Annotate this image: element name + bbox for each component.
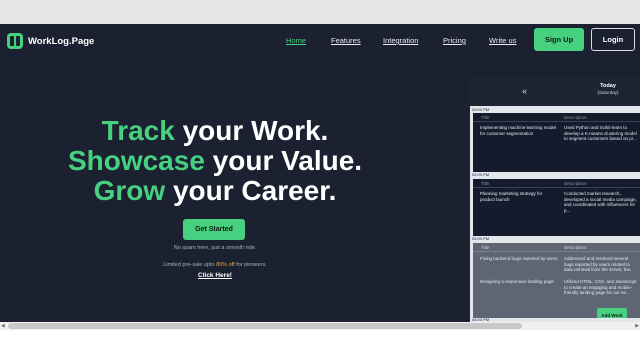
scroll-right-icon[interactable]: ▶ xyxy=(635,323,639,329)
column-description: Description xyxy=(564,181,587,186)
get-started-button[interactable]: Get Started xyxy=(183,219,245,240)
time-label: 04:00 PM xyxy=(472,172,490,177)
hero-line-track: Track your Work. xyxy=(101,115,329,146)
landing-page: WorkLog.Page Home Features Integration P… xyxy=(0,24,640,322)
panel-day: Today xyxy=(600,83,616,89)
column-description: Description xyxy=(564,115,587,120)
horizontal-scrollbar[interactable]: ◀ ▶ xyxy=(0,322,640,330)
divider xyxy=(473,121,640,122)
entry-title[interactable]: Planning marketing strategy for product … xyxy=(480,191,558,202)
hero-line-showcase: Showcase your Value. xyxy=(67,145,363,176)
presale-text: Limited pre-sale upto 80% off for pionee… xyxy=(163,262,267,268)
divider xyxy=(473,251,640,252)
nav-integration[interactable]: Integration xyxy=(383,36,418,45)
previous-day-icon[interactable]: « xyxy=(522,86,527,96)
entry-description[interactable]: Addressed and resolved several bugs repo… xyxy=(564,256,638,273)
divider xyxy=(473,187,640,188)
column-description: Description xyxy=(564,245,587,250)
time-label: 05:00 PM xyxy=(472,236,490,241)
nav-write-us[interactable]: Write us xyxy=(489,36,516,45)
panel-header: « Today (Saturday) xyxy=(470,78,640,106)
panel-date: (Saturday) xyxy=(597,90,619,95)
no-spam-text: No spam here, just a smooth ride. xyxy=(173,245,257,251)
column-title: Title xyxy=(481,245,490,250)
login-button[interactable]: Login xyxy=(591,28,635,51)
entry-description[interactable]: Utilized HTML, CSS, and JavaScript to cr… xyxy=(564,279,638,296)
nav-features[interactable]: Features xyxy=(331,36,361,45)
click-here-link[interactable]: Click Here! xyxy=(0,272,430,279)
column-title: Title xyxy=(481,181,490,186)
sign-up-button[interactable]: Sign Up xyxy=(534,28,584,51)
entry-description[interactable]: Used Python and Scikit-learn to develop … xyxy=(564,125,638,142)
scrollbar-thumb[interactable] xyxy=(8,323,522,329)
entry-title[interactable]: Implementing machine learning model for … xyxy=(480,125,558,136)
nav-pricing[interactable]: Pricing xyxy=(443,36,466,45)
nav-home[interactable]: Home xyxy=(286,36,306,45)
hero-line-grow: Grow your Career. xyxy=(93,175,337,206)
time-label: 03:00 PM xyxy=(472,107,490,112)
entry-description[interactable]: Conducted market research, developed a s… xyxy=(564,191,638,213)
time-slot: Title Description Implementing machine l… xyxy=(473,113,640,172)
browser-bottom-area xyxy=(0,330,640,360)
browser-top-strip xyxy=(0,0,640,24)
column-title: Title xyxy=(481,115,490,120)
entry-title[interactable]: Designing a responsive landing page xyxy=(480,279,558,285)
navbar: WorkLog.Page Home Features Integration P… xyxy=(0,24,640,58)
worklog-preview-panel: « Today (Saturday) 03:00 PM Title Descri… xyxy=(470,78,640,322)
hero-headline: Track your Work. Showcase your Value. Gr… xyxy=(0,116,430,206)
entry-title[interactable]: Fixing backend bugs reported by users xyxy=(480,256,558,262)
scroll-left-icon[interactable]: ◀ xyxy=(1,323,5,329)
time-slot: Title Description Fixing backend bugs re… xyxy=(473,243,640,318)
time-slot: Title Description Planning marketing str… xyxy=(473,179,640,236)
add-work-button[interactable]: Add Work xyxy=(597,308,627,318)
